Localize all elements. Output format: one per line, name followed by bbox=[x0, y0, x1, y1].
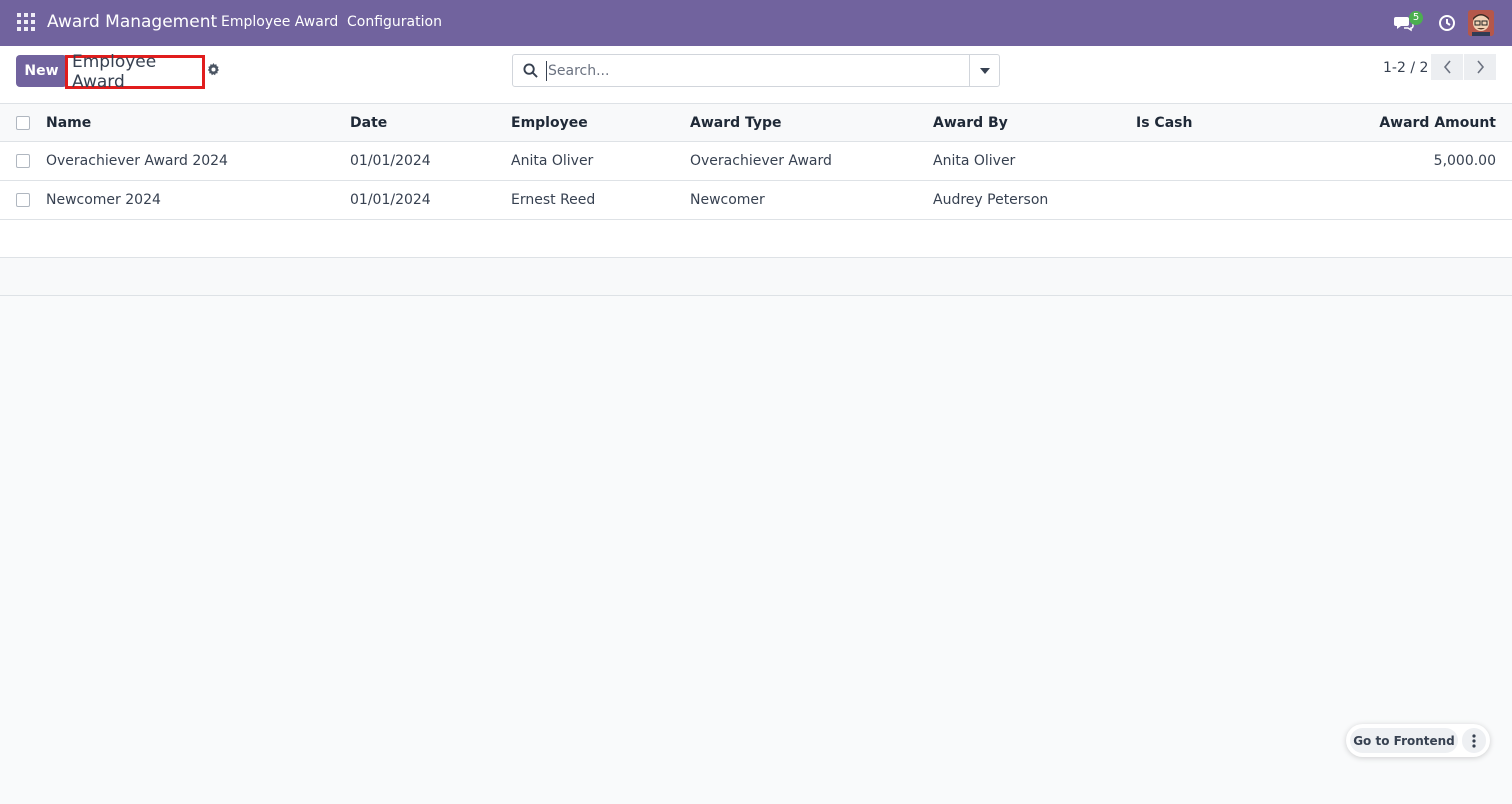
clock-icon[interactable] bbox=[1438, 14, 1456, 36]
cell-name: Newcomer 2024 bbox=[46, 192, 161, 208]
cell-award-by: Anita Oliver bbox=[933, 153, 1016, 169]
cell-name: Overachiever Award 2024 bbox=[46, 153, 228, 169]
cell-date: 01/01/2024 bbox=[350, 192, 431, 208]
go-to-frontend-button[interactable]: Go to Frontend bbox=[1350, 728, 1458, 753]
column-header-award-type[interactable]: Award Type bbox=[690, 104, 782, 141]
cell-date: 01/01/2024 bbox=[350, 153, 431, 169]
table-header-row: Name Date Employee Award Type Award By I… bbox=[0, 104, 1512, 142]
empty-row bbox=[0, 258, 1512, 296]
empty-row bbox=[0, 220, 1512, 258]
more-options-button[interactable] bbox=[1462, 728, 1486, 753]
pager-next-button[interactable] bbox=[1464, 54, 1496, 80]
gear-icon[interactable] bbox=[207, 63, 220, 80]
table-row[interactable]: Newcomer 2024 01/01/2024 Ernest Reed New… bbox=[0, 181, 1512, 220]
menu-configuration[interactable]: Configuration bbox=[347, 14, 442, 30]
cell-award-type: Newcomer bbox=[690, 192, 765, 208]
pager-previous-button[interactable] bbox=[1431, 54, 1463, 80]
cell-employee: Ernest Reed bbox=[511, 192, 596, 208]
search-icon bbox=[523, 63, 538, 82]
cell-award-amount bbox=[1300, 181, 1496, 219]
select-all-checkbox[interactable] bbox=[16, 116, 30, 130]
frontend-widget: Go to Frontend bbox=[1346, 724, 1490, 757]
cell-employee: Anita Oliver bbox=[511, 153, 594, 169]
row-checkbox[interactable] bbox=[16, 193, 30, 207]
breadcrumb-title: Employee Award bbox=[65, 52, 205, 92]
apps-menu-icon[interactable] bbox=[17, 13, 35, 31]
search-input[interactable] bbox=[546, 61, 966, 81]
column-header-employee[interactable]: Employee bbox=[511, 104, 588, 141]
chevron-right-icon bbox=[1476, 60, 1484, 74]
user-avatar[interactable] bbox=[1468, 10, 1494, 36]
column-header-is-cash[interactable]: Is Cash bbox=[1136, 104, 1192, 141]
app-name[interactable]: Award Management bbox=[47, 12, 217, 32]
search-options-toggle[interactable] bbox=[969, 55, 999, 86]
column-header-name[interactable]: Name bbox=[46, 104, 91, 141]
search-bar bbox=[512, 54, 1000, 87]
menu-employee-award[interactable]: Employee Award bbox=[221, 14, 338, 30]
award-list-table: Name Date Employee Award Type Award By I… bbox=[0, 104, 1512, 296]
new-button[interactable]: New bbox=[16, 55, 67, 87]
column-header-award-by[interactable]: Award By bbox=[933, 104, 1008, 141]
pager-value[interactable]: 1-2 / 2 bbox=[1383, 60, 1428, 76]
cell-award-by: Audrey Peterson bbox=[933, 192, 1049, 208]
column-header-award-amount[interactable]: Award Amount bbox=[1300, 104, 1496, 141]
page-title: Employee Award bbox=[72, 52, 157, 92]
row-checkbox[interactable] bbox=[16, 154, 30, 168]
cell-award-type: Overachiever Award bbox=[690, 153, 832, 169]
kebab-icon bbox=[1472, 733, 1476, 748]
chevron-left-icon bbox=[1443, 60, 1451, 74]
cell-award-amount: 5,000.00 bbox=[1433, 153, 1496, 169]
top-navbar: Award Management Employee Award Configur… bbox=[0, 0, 1512, 46]
table-row[interactable]: Overachiever Award 2024 01/01/2024 Anita… bbox=[0, 142, 1512, 181]
column-header-date[interactable]: Date bbox=[350, 104, 387, 141]
caret-down-icon bbox=[979, 67, 990, 74]
control-panel: New Employee Award 1-2 / 2 bbox=[0, 46, 1512, 104]
message-count-badge: 5 bbox=[1409, 11, 1423, 25]
